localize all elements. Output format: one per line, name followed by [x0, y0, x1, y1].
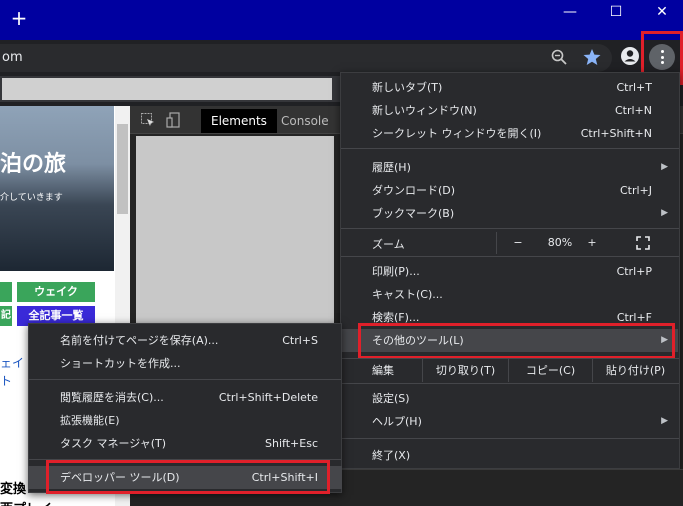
submenu-label: 拡張機能(E) [60, 414, 120, 427]
copy-button[interactable]: コピー(C) [508, 359, 592, 382]
page-heading-2: 西プレイ [0, 498, 52, 506]
menu-label: 新しいタブ(T) [372, 81, 443, 94]
menu-separator [341, 148, 679, 149]
submenu-item-create-shortcut[interactable]: ショートカットを作成... [28, 352, 342, 375]
menu-shortcut: Ctrl+T [616, 81, 652, 94]
submenu-label: ショートカットを作成... [60, 357, 181, 370]
devtools-bottom [342, 469, 683, 506]
chevron-right-icon: ▶ [661, 208, 668, 218]
tag-green-left[interactable] [0, 282, 12, 302]
close-button[interactable]: ✕ [642, 2, 682, 24]
menu-item-cast[interactable]: キャスト(C)... [340, 283, 678, 306]
submenu-item-extensions[interactable]: 拡張機能(E) [28, 409, 342, 432]
url-text: om [2, 50, 23, 65]
menu-shortcut: Ctrl+P [616, 265, 652, 278]
menu-item-exit[interactable]: 終了(X) [340, 444, 678, 467]
highlight-more-tools [358, 323, 675, 359]
page-link-1[interactable]: ェイ [0, 354, 24, 371]
submenu-shortcut: Ctrl+Shift+Delete [218, 391, 318, 404]
account-icon[interactable] [620, 46, 640, 66]
menu-label: 終了(X) [372, 449, 411, 462]
page-link-2[interactable]: ト [0, 372, 12, 389]
menu-label: キャスト(C)... [372, 288, 443, 301]
bookmark-star-icon[interactable] [582, 47, 602, 67]
menu-label: シークレット ウィンドウを開く(I) [372, 127, 542, 140]
menu-item-downloads[interactable]: ダウンロード(D) Ctrl+J [340, 179, 678, 202]
menu-shortcut: Ctrl+N [614, 104, 652, 117]
chevron-right-icon: ▶ [661, 162, 668, 172]
submenu-label: 閲覧履歴を消去(C)... [60, 391, 164, 404]
zoom-icon[interactable] [550, 48, 568, 66]
menu-label: 設定(S) [372, 392, 410, 405]
menu-item-new-window[interactable]: 新しいウィンドウ(N) Ctrl+N [340, 99, 678, 122]
menu-item-new-tab[interactable]: 新しいタブ(T) Ctrl+T [340, 76, 678, 99]
minimize-button[interactable]: — [550, 2, 590, 24]
submenu-shortcut: Shift+Esc [265, 437, 318, 450]
edit-label: 編集 [372, 364, 394, 377]
menu-label: 印刷(P)... [372, 265, 420, 278]
zoom-level: 80% [547, 236, 573, 249]
menu-item-incognito[interactable]: シークレット ウィンドウを開く(I) Ctrl+Shift+N [340, 122, 678, 145]
zoom-out-button[interactable]: − [506, 232, 530, 254]
menu-item-print[interactable]: 印刷(P)... Ctrl+P [340, 260, 678, 283]
menu-separator [341, 256, 679, 257]
menu-label: ダウンロード(D) [372, 184, 456, 197]
page-heading-1: 変換 [0, 482, 27, 497]
menu-label: ブックマーク(B) [372, 207, 455, 220]
menu-label: 新しいウィンドウ(N) [372, 104, 477, 117]
zoom-label: ズーム [372, 238, 405, 251]
menu-label: 履歴(H) [372, 161, 411, 174]
menu-item-help[interactable]: ヘルプ(H) ▶ [340, 410, 678, 433]
menu-label: ヘルプ(H) [372, 415, 422, 428]
chevron-right-icon: ▶ [661, 416, 668, 426]
maximize-button[interactable]: ☐ [596, 2, 636, 24]
submenu-label: タスク マネージャ(T) [60, 437, 167, 450]
submenu-item-save-page[interactable]: 名前を付けてページを保存(A)... Ctrl+S [28, 329, 342, 352]
menu-item-history[interactable]: 履歴(H) ▶ [340, 156, 678, 179]
menu-shortcut: Ctrl+Shift+N [580, 127, 652, 140]
menu-separator [341, 383, 679, 384]
inspect-element-icon[interactable] [140, 112, 156, 128]
submenu-separator [29, 379, 341, 380]
menu-separator [341, 228, 679, 229]
highlight-developer-tools [46, 460, 330, 494]
menu-shortcut: Ctrl+J [619, 184, 652, 197]
submenu-shortcut: Ctrl+S [282, 334, 318, 347]
tab-console[interactable]: Console [271, 109, 339, 133]
menu-edit-row: 編集 切り取り(T) コピー(C) 貼り付け(P) [340, 359, 678, 382]
zoom-in-button[interactable]: + [580, 232, 604, 254]
tab-elements[interactable]: Elements [201, 109, 277, 133]
menu-separator [341, 438, 679, 439]
devtools-redacted-area [136, 136, 334, 330]
menu-zoom-row: ズーム − 80% + [340, 232, 678, 254]
fullscreen-icon[interactable] [636, 236, 650, 250]
hero-title: 泊の旅 [0, 152, 67, 177]
submenu-item-clear-history[interactable]: 閲覧履歴を消去(C)... Ctrl+Shift+Delete [28, 386, 342, 409]
hero-image [0, 106, 114, 271]
submenu-label: 名前を付けてページを保存(A)... [60, 334, 219, 347]
redacted-bar [2, 78, 332, 100]
tag-record[interactable]: 記 [0, 306, 12, 326]
menu-item-settings[interactable]: 設定(S) [340, 387, 678, 410]
cut-button[interactable]: 切り取り(T) [422, 359, 508, 382]
address-bar[interactable] [0, 44, 612, 72]
page-scroll-thumb[interactable] [117, 124, 128, 214]
new-tab-button[interactable]: + [8, 8, 30, 30]
tag-wake[interactable]: ウェイク [17, 282, 95, 302]
submenu-item-task-manager[interactable]: タスク マネージャ(T) Shift+Esc [28, 432, 342, 455]
menu-item-bookmarks[interactable]: ブックマーク(B) ▶ [340, 202, 678, 225]
hero-subtitle: 介していきます [0, 193, 63, 203]
device-toolbar-icon[interactable] [166, 112, 182, 128]
paste-button[interactable]: 貼り付け(P) [592, 359, 678, 382]
